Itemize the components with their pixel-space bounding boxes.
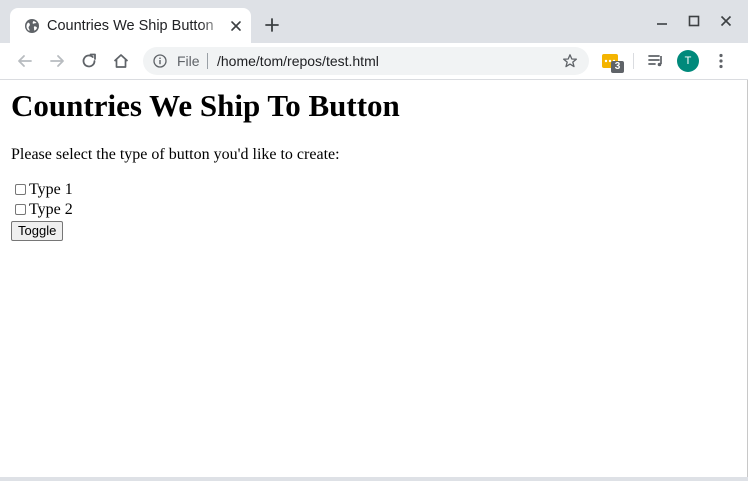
profile-avatar[interactable]: T: [677, 50, 699, 72]
info-icon[interactable]: [153, 54, 167, 68]
selection-prompt: Please select the type of button you'd l…: [11, 146, 340, 163]
browser-toolbar: File /home/tom/repos/test.html 3 T: [0, 43, 748, 79]
window-bottom-edge: [0, 477, 748, 481]
type-1-option[interactable]: Type 1: [11, 180, 73, 200]
star-icon[interactable]: [562, 53, 578, 69]
globe-icon: [25, 19, 39, 33]
type-1-checkbox[interactable]: [15, 184, 26, 195]
forward-arrow-icon[interactable]: [47, 51, 67, 71]
close-icon[interactable]: [228, 18, 244, 34]
browser-window: Countries We Ship Button File /home/tom/…: [0, 0, 748, 481]
toolbar-divider: [633, 53, 634, 69]
maximize-icon[interactable]: [686, 13, 702, 29]
address-separator: [207, 53, 208, 69]
media-queue-icon[interactable]: [646, 51, 666, 71]
type-2-checkbox[interactable]: [15, 204, 26, 215]
page-title: Countries We Ship To Button: [11, 88, 400, 123]
extension-badge: 3: [611, 61, 624, 73]
tab-strip: Countries We Ship Button: [0, 0, 748, 43]
address-bar[interactable]: File /home/tom/repos/test.html: [143, 47, 589, 75]
scheme-label: File: [177, 53, 200, 69]
window-close-icon[interactable]: [718, 13, 734, 29]
page-content: Countries We Ship To Button Please selec…: [0, 80, 747, 478]
home-icon[interactable]: [111, 51, 131, 71]
browser-tab[interactable]: Countries We Ship Button: [10, 8, 251, 43]
more-menu-icon[interactable]: [711, 51, 731, 71]
tab-title: Countries We Ship Button: [47, 18, 214, 34]
address-url[interactable]: /home/tom/repos/test.html: [217, 52, 379, 70]
type-1-label: Type 1: [29, 181, 73, 198]
minimize-icon[interactable]: [654, 13, 670, 29]
new-tab-icon[interactable]: [263, 16, 281, 34]
toggle-button[interactable]: Toggle: [11, 221, 64, 241]
type-2-option[interactable]: Type 2: [11, 200, 73, 220]
back-arrow-icon[interactable]: [15, 51, 35, 71]
type-2-label: Type 2: [29, 201, 73, 218]
reload-icon[interactable]: [79, 51, 99, 71]
